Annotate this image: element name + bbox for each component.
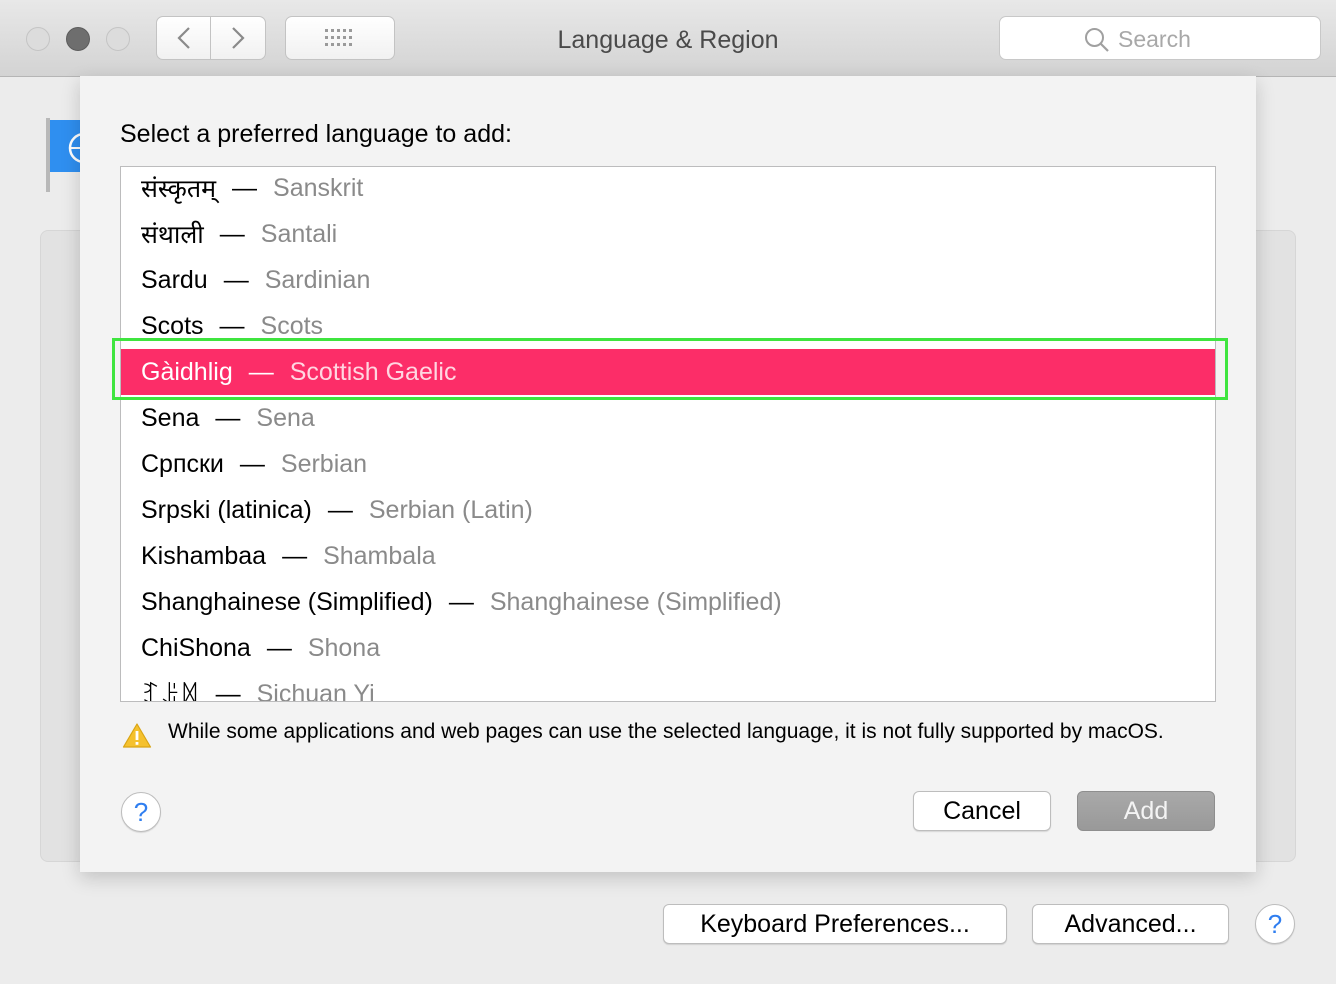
sheet-heading: Select a preferred language to add:: [120, 120, 512, 148]
language-separator: —: [219, 311, 245, 340]
language-row[interactable]: Gàidhlig — Scottish Gaelic: [121, 349, 1215, 395]
language-separator: —: [327, 495, 353, 524]
language-native-name: Shanghainese (Simplified): [141, 587, 433, 616]
language-separator: —: [215, 403, 241, 432]
search-field[interactable]: [999, 16, 1321, 60]
search-input[interactable]: [1118, 25, 1308, 53]
language-list[interactable]: संस्कृतम् — Sanskrit संथाली — Santali Sardu — Sa…: [120, 166, 1216, 702]
language-english-name: Sanskrit: [273, 173, 364, 202]
language-english-name: Sardinian: [264, 265, 371, 294]
language-row[interactable]: Srpski (latinica) — Serbian (Latin): [121, 487, 1215, 533]
language-separator: —: [448, 587, 474, 616]
search-icon: [1085, 28, 1109, 52]
language-row[interactable]: Српски — Serbian: [121, 441, 1215, 487]
advanced-button[interactable]: Advanced...: [1032, 904, 1229, 944]
language-row[interactable]: Kishambaa — Shambala: [121, 533, 1215, 579]
language-separator: —: [282, 541, 308, 570]
help-button[interactable]: ?: [1255, 904, 1295, 944]
language-english-name: Sena: [256, 403, 315, 432]
language-row[interactable]: ꆈꌠꉙ — Sichuan Yi: [121, 671, 1215, 702]
language-english-name: Serbian: [280, 449, 368, 478]
language-english-name: Shambala: [323, 541, 436, 570]
language-row[interactable]: ChiShona — Shona: [121, 625, 1215, 671]
language-row[interactable]: संथाली — Santali: [121, 211, 1215, 257]
language-row[interactable]: Sardu — Sardinian: [121, 257, 1215, 303]
language-native-name: संथाली: [141, 221, 204, 249]
language-native-name: Kishambaa: [141, 541, 267, 570]
language-native-name: Српски: [141, 449, 224, 478]
language-separator: —: [223, 265, 249, 294]
language-separator: —: [232, 173, 258, 202]
language-english-name: Scottish Gaelic: [289, 357, 457, 386]
language-separator: —: [248, 357, 274, 386]
keyboard-preferences-button[interactable]: Keyboard Preferences...: [663, 904, 1007, 944]
language-native-name: संस्कृतम्: [141, 175, 217, 203]
language-native-name: Sena: [141, 403, 200, 432]
language-native-name: Sardu: [141, 265, 208, 294]
language-separator: —: [266, 633, 292, 662]
add-button[interactable]: Add: [1077, 791, 1215, 831]
language-native-name: Gàidhlig: [141, 357, 233, 386]
language-row[interactable]: संस्कृतम् — Sanskrit: [121, 167, 1215, 211]
language-separator: —: [215, 679, 241, 702]
language-english-name: Serbian (Latin): [368, 495, 533, 524]
language-row[interactable]: Shanghainese (Simplified) — Shanghainese (…: [121, 579, 1215, 625]
language-english-name: Scots: [260, 311, 324, 340]
add-language-sheet: Select a preferred language to add: संस्…: [80, 76, 1256, 872]
sheet-help-button[interactable]: ?: [121, 792, 161, 832]
language-english-name: Sichuan Yi: [256, 679, 375, 702]
flag-icon: [46, 118, 84, 192]
language-english-name: Shanghainese (Simplified): [489, 587, 782, 616]
language-row[interactable]: Scots — Scots: [121, 303, 1215, 349]
language-native-name: ChiShona: [141, 633, 251, 662]
language-native-name: Srpski (latinica): [141, 495, 312, 524]
language-row[interactable]: Sena — Sena: [121, 395, 1215, 441]
language-native-name: Scots: [141, 311, 204, 340]
language-separator: —: [239, 449, 265, 478]
language-separator: —: [219, 219, 245, 248]
language-english-name: Santali: [260, 219, 338, 248]
unsupported-language-warning: While some applications and web pages ca…: [168, 720, 1164, 743]
cancel-button[interactable]: Cancel: [913, 791, 1051, 831]
language-native-name: ꆈꌠꉙ: [141, 681, 200, 702]
title-bar: Language & Region: [0, 0, 1336, 77]
warning-icon: [122, 723, 152, 748]
language-english-name: Shona: [307, 633, 381, 662]
